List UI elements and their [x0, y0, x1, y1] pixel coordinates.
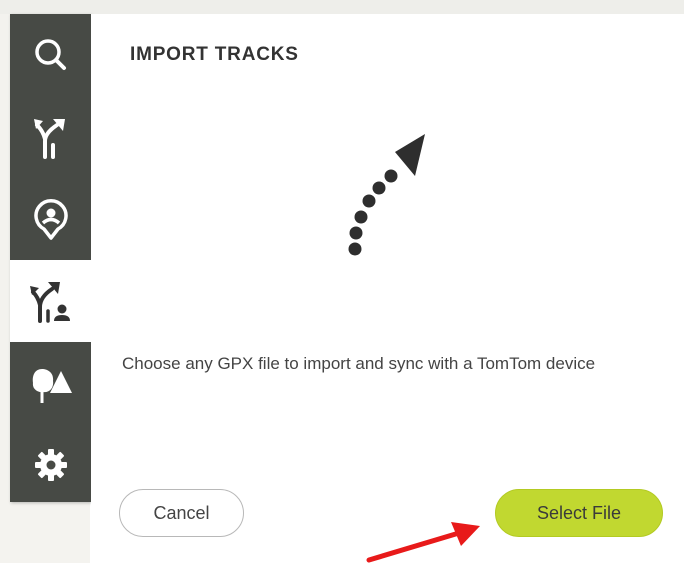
cancel-button[interactable]: Cancel — [119, 489, 244, 537]
poi-icon — [32, 369, 72, 403]
route-icon — [33, 119, 65, 159]
sidebar-item-import-tracks[interactable] — [10, 260, 91, 342]
import-track-icon — [29, 282, 70, 323]
search-icon — [34, 39, 66, 70]
select-file-button[interactable]: Select File — [495, 489, 663, 537]
gear-icon — [34, 449, 67, 481]
panel-title: IMPORT TRACKS — [130, 44, 299, 65]
sidebar-nav — [10, 14, 91, 502]
map-background-bottom — [0, 500, 90, 563]
import-arrow-illustration — [348, 134, 425, 256]
map-background — [0, 0, 684, 14]
panel-description: Choose any GPX file to import and sync w… — [122, 354, 596, 373]
location-pin-icon — [33, 199, 68, 240]
sidebar-item-settings[interactable] — [10, 424, 91, 506]
sidebar-item-points-of-interest[interactable] — [10, 342, 91, 424]
sidebar-item-routes[interactable] — [10, 96, 91, 178]
sidebar-item-my-places[interactable] — [10, 178, 91, 260]
sidebar-item-search[interactable] — [10, 14, 91, 96]
annotation-arrow-icon — [366, 522, 480, 563]
import-tracks-panel: IMPORT TRACKS Choose any GPX file to imp… — [91, 14, 684, 563]
